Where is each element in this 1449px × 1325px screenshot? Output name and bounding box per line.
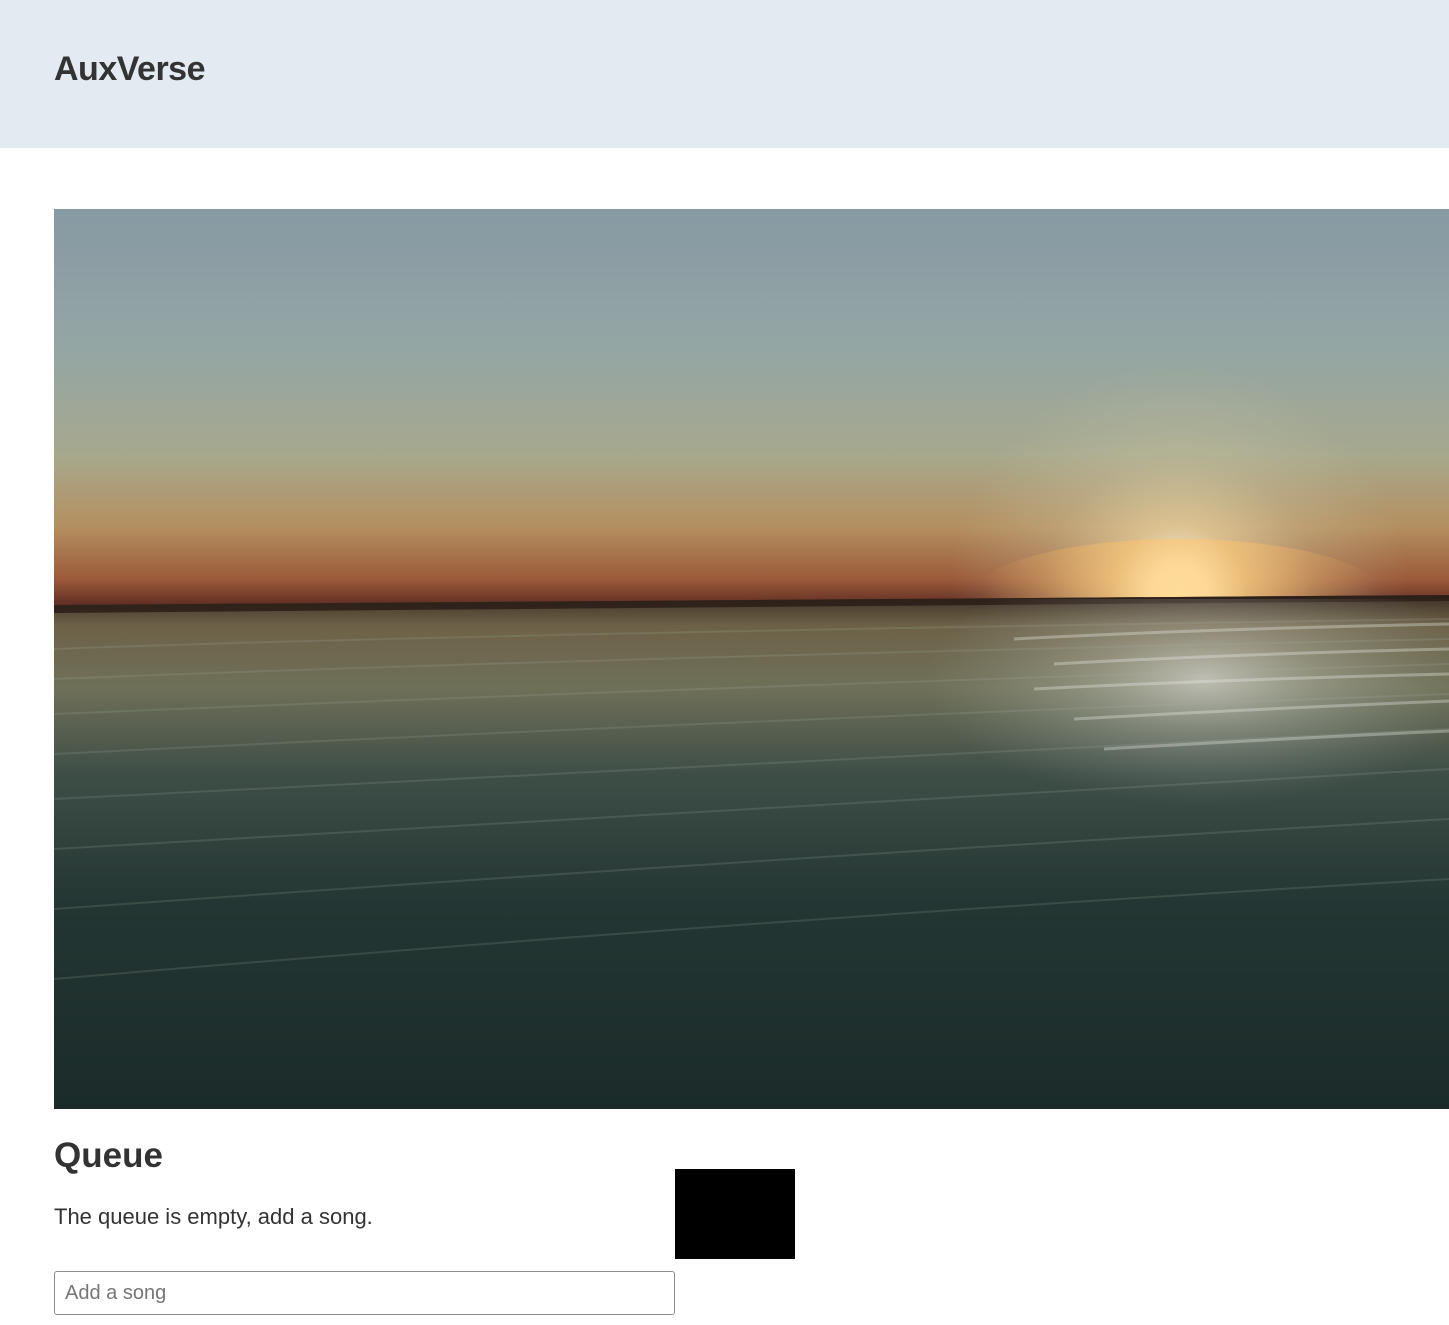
- ocean-sunset-visualizer: [54, 209, 1449, 1109]
- ocean-sunset-scene: [54, 209, 1449, 1109]
- add-song-input[interactable]: [54, 1271, 675, 1315]
- queue-empty-message: The queue is empty, add a song.: [54, 1204, 373, 1229]
- queue-heading: Queue: [54, 1136, 163, 1175]
- player-embed[interactable]: [675, 1169, 795, 1259]
- app-header: AuxVerse: [0, 0, 1449, 148]
- app-title: AuxVerse: [54, 50, 206, 88]
